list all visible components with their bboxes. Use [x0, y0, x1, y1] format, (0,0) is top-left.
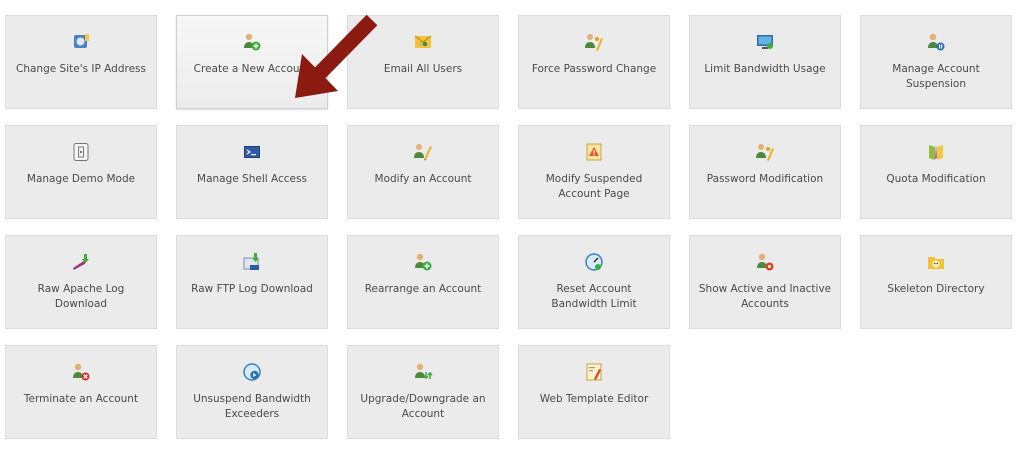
warning-page-icon: [584, 142, 604, 162]
tile-quota-modification[interactable]: Quota Modification: [860, 125, 1012, 219]
add-user-icon: [242, 32, 262, 52]
active-users-icon: [755, 252, 775, 272]
tile-label: Rearrange an Account: [364, 283, 482, 295]
tile-label: Force Password Change: [531, 63, 657, 75]
tile-label: Web Template Editor: [539, 393, 649, 405]
password-user-icon: [755, 142, 775, 162]
tile-label: Password Modification: [706, 173, 824, 185]
tile-label: Manage Demo Mode: [26, 173, 136, 185]
tile-label: Email All Users: [383, 63, 463, 75]
tile-rearrange-an-account[interactable]: Rearrange an Account: [347, 235, 499, 329]
password-user-icon: [584, 32, 604, 52]
unsuspend-gauge-icon: [242, 362, 262, 382]
ip-address-icon: [71, 32, 91, 52]
tile-label: Upgrade/Downgrade an Account: [360, 393, 486, 420]
rearrange-user-icon: [413, 252, 433, 272]
apache-download-icon: [71, 252, 91, 272]
tile-label: Reset Account Bandwidth Limit: [551, 283, 637, 310]
reset-gauge-icon: [584, 252, 604, 272]
tile-label: Manage Account Suspension: [892, 63, 980, 90]
tile-web-template-editor[interactable]: Web Template Editor: [518, 345, 670, 439]
tile-label: Modify an Account: [374, 173, 472, 185]
bandwidth-icon: [755, 32, 775, 52]
tile-upgrade-downgrade-account[interactable]: Upgrade/Downgrade an Account: [347, 345, 499, 439]
tile-label: Show Active and Inactive Accounts: [698, 283, 832, 310]
tile-create-new-account[interactable]: Create a New Account: [176, 15, 328, 109]
tile-manage-account-suspension[interactable]: Manage Account Suspension: [860, 15, 1012, 109]
account-functions-grid: Change Site's IP Address Create a New Ac…: [5, 15, 1012, 439]
tile-change-site-ip[interactable]: Change Site's IP Address: [5, 15, 157, 109]
tile-password-modification[interactable]: Password Modification: [689, 125, 841, 219]
demo-mode-icon: [71, 142, 91, 162]
template-editor-icon: [584, 362, 604, 382]
tile-raw-apache-log-download[interactable]: Raw Apache Log Download: [5, 235, 157, 329]
ftp-download-icon: [242, 252, 262, 272]
tile-email-all-users[interactable]: Email All Users: [347, 15, 499, 109]
tile-unsuspend-bandwidth-exceeders[interactable]: Unsuspend Bandwidth Exceeders: [176, 345, 328, 439]
tile-label: Manage Shell Access: [197, 173, 307, 185]
email-users-icon: [413, 32, 433, 52]
tile-label: Skeleton Directory: [887, 283, 985, 295]
tile-label: Create a New Account: [193, 63, 311, 75]
tile-raw-ftp-log-download[interactable]: Raw FTP Log Download: [176, 235, 328, 329]
terminate-user-icon: [71, 362, 91, 382]
tile-force-password-change[interactable]: Force Password Change: [518, 15, 670, 109]
tile-label: Modify Suspended Account Page: [545, 173, 643, 200]
tile-limit-bandwidth-usage[interactable]: Limit Bandwidth Usage: [689, 15, 841, 109]
tile-reset-account-bandwidth-limit[interactable]: Reset Account Bandwidth Limit: [518, 235, 670, 329]
tile-label: Limit Bandwidth Usage: [704, 63, 826, 75]
tile-modify-suspended-account-page[interactable]: Modify Suspended Account Page: [518, 125, 670, 219]
tile-show-active-inactive-accounts[interactable]: Show Active and Inactive Accounts: [689, 235, 841, 329]
suspend-user-icon: [926, 32, 946, 52]
skeleton-folder-icon: [926, 252, 946, 272]
tile-terminate-an-account[interactable]: Terminate an Account: [5, 345, 157, 439]
quota-book-icon: [926, 142, 946, 162]
tile-label: Change Site's IP Address: [16, 63, 146, 75]
upgrade-user-icon: [413, 362, 433, 382]
tile-label: Raw Apache Log Download: [37, 283, 125, 310]
tile-skeleton-directory[interactable]: Skeleton Directory: [860, 235, 1012, 329]
tile-label: Terminate an Account: [23, 393, 139, 405]
edit-user-icon: [413, 142, 433, 162]
tile-manage-demo-mode[interactable]: Manage Demo Mode: [5, 125, 157, 219]
tile-label: Raw FTP Log Download: [191, 283, 313, 295]
tile-label: Unsuspend Bandwidth Exceeders: [193, 393, 311, 420]
tile-manage-shell-access[interactable]: Manage Shell Access: [176, 125, 328, 219]
tile-label: Quota Modification: [886, 173, 986, 185]
shell-terminal-icon: [242, 142, 262, 162]
tile-modify-an-account[interactable]: Modify an Account: [347, 125, 499, 219]
